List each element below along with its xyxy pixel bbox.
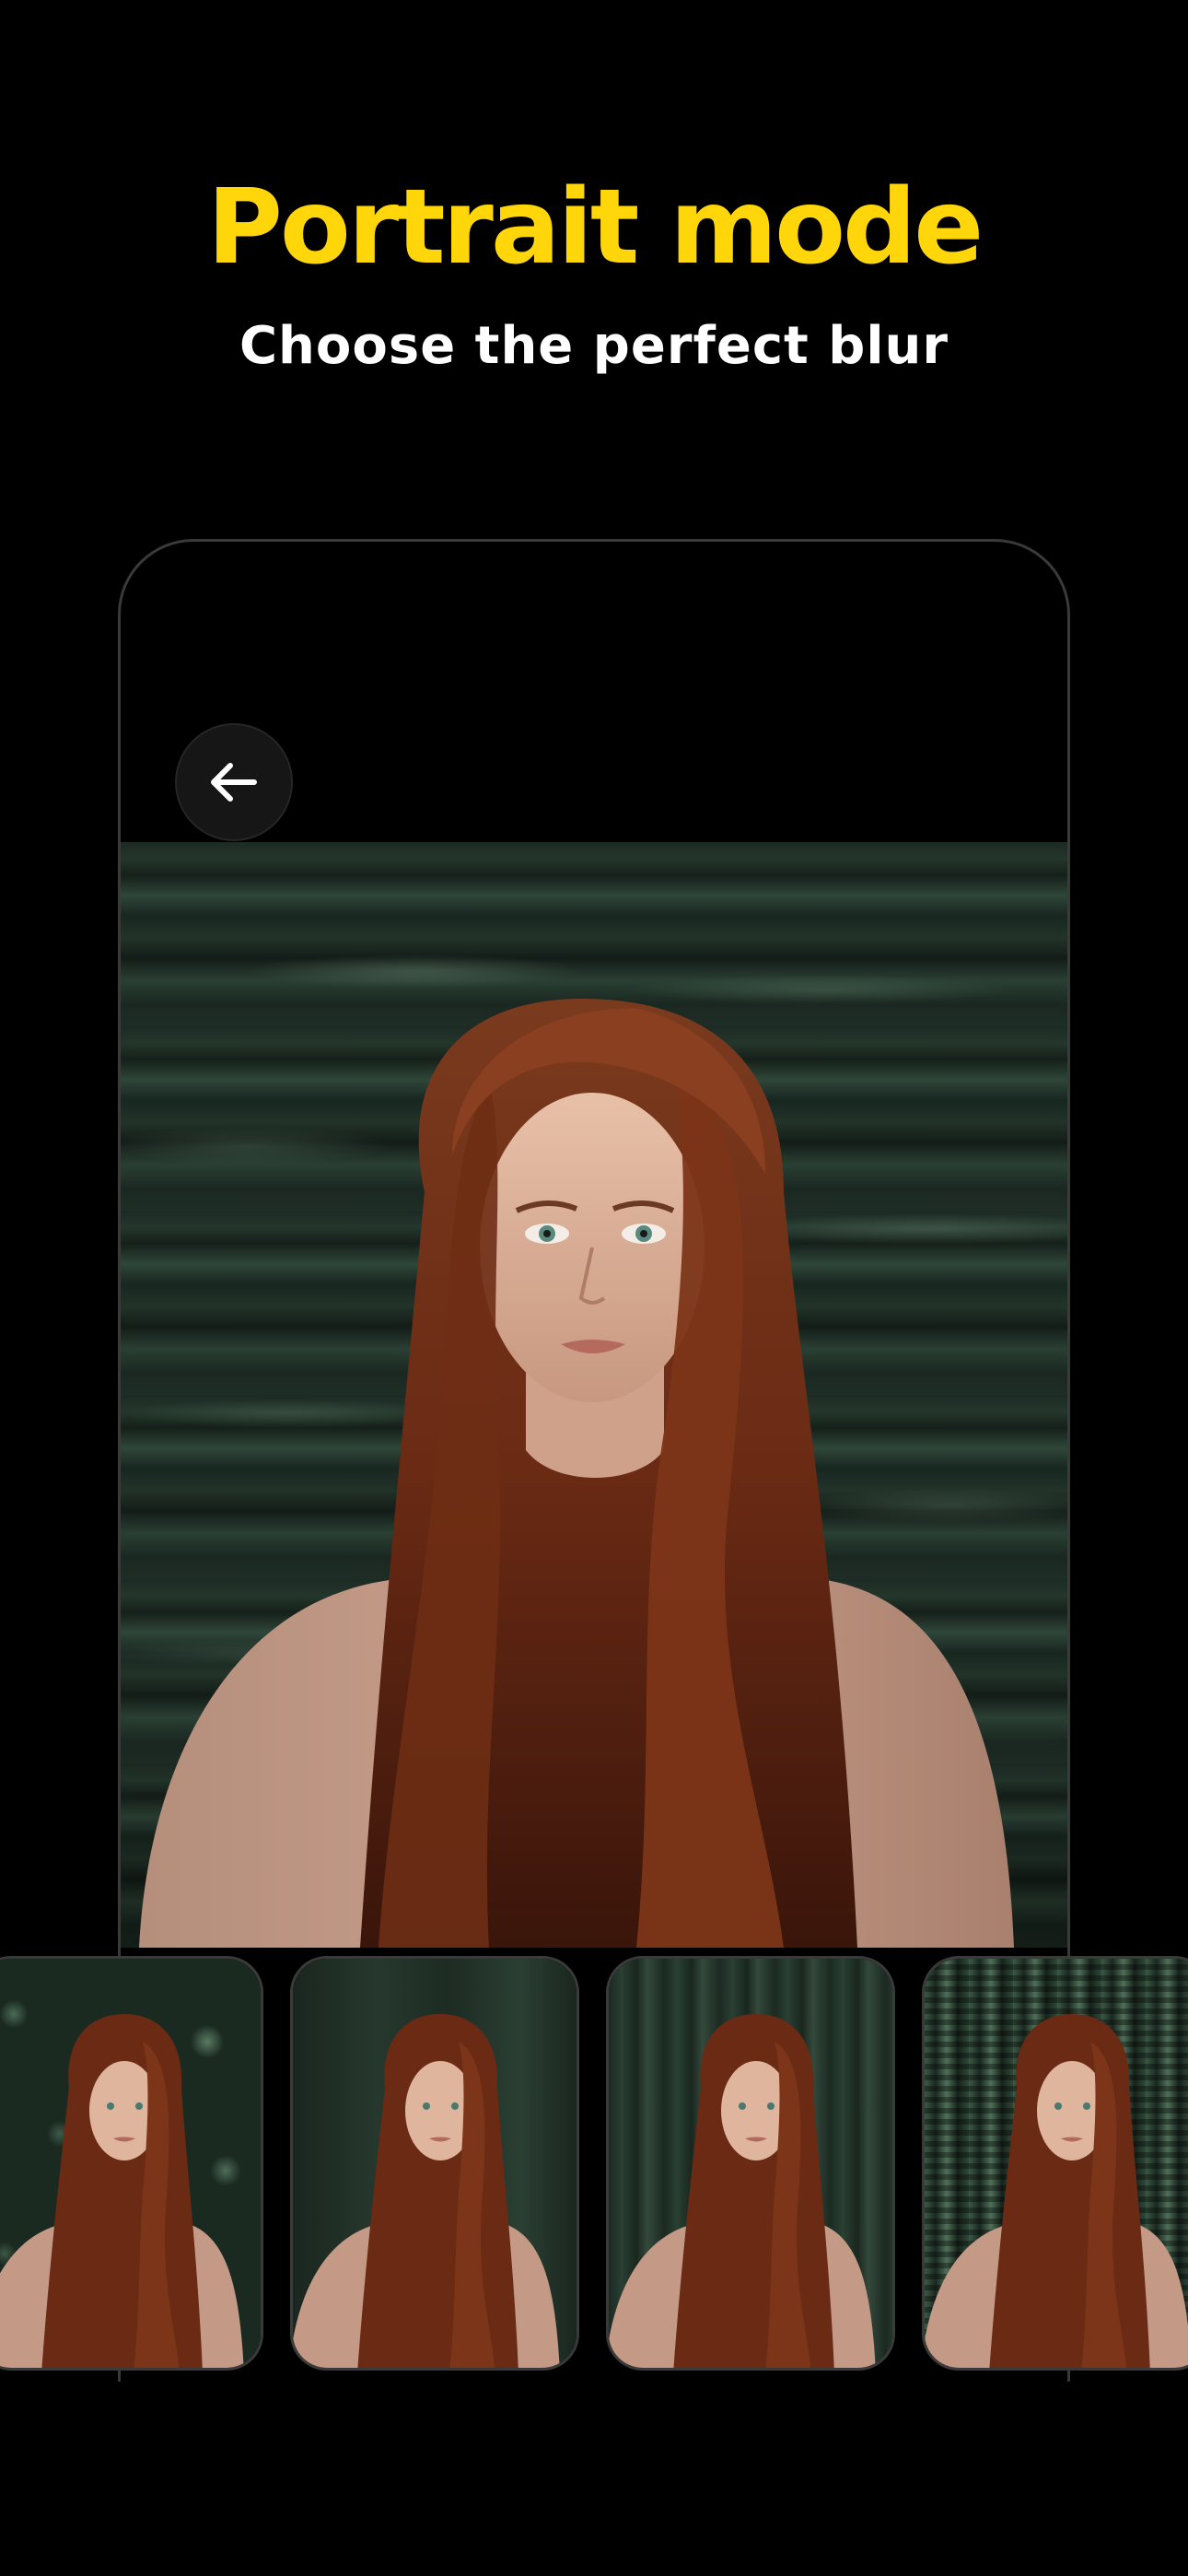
- blur-option-pixelated[interactable]: [922, 1956, 1188, 2371]
- blur-option-bokeh[interactable]: [0, 1956, 263, 2371]
- page-subtitle: Choose the perfect blur: [239, 316, 949, 376]
- portrait-subject: [139, 999, 1014, 1948]
- thumbnail-portrait: [609, 2014, 876, 2368]
- blur-option-vertical[interactable]: [606, 1956, 895, 2371]
- thumbnail-portrait: [925, 2014, 1188, 2368]
- portrait-photo-preview: [121, 842, 1067, 1948]
- thumbnail-portrait: [293, 2014, 560, 2368]
- blur-option-soft[interactable]: [290, 1956, 579, 2371]
- arrow-left-icon: [211, 763, 257, 802]
- back-button[interactable]: [175, 723, 293, 841]
- page-title: Portrait mode: [206, 168, 984, 287]
- thumbnail-portrait: [0, 2014, 244, 2368]
